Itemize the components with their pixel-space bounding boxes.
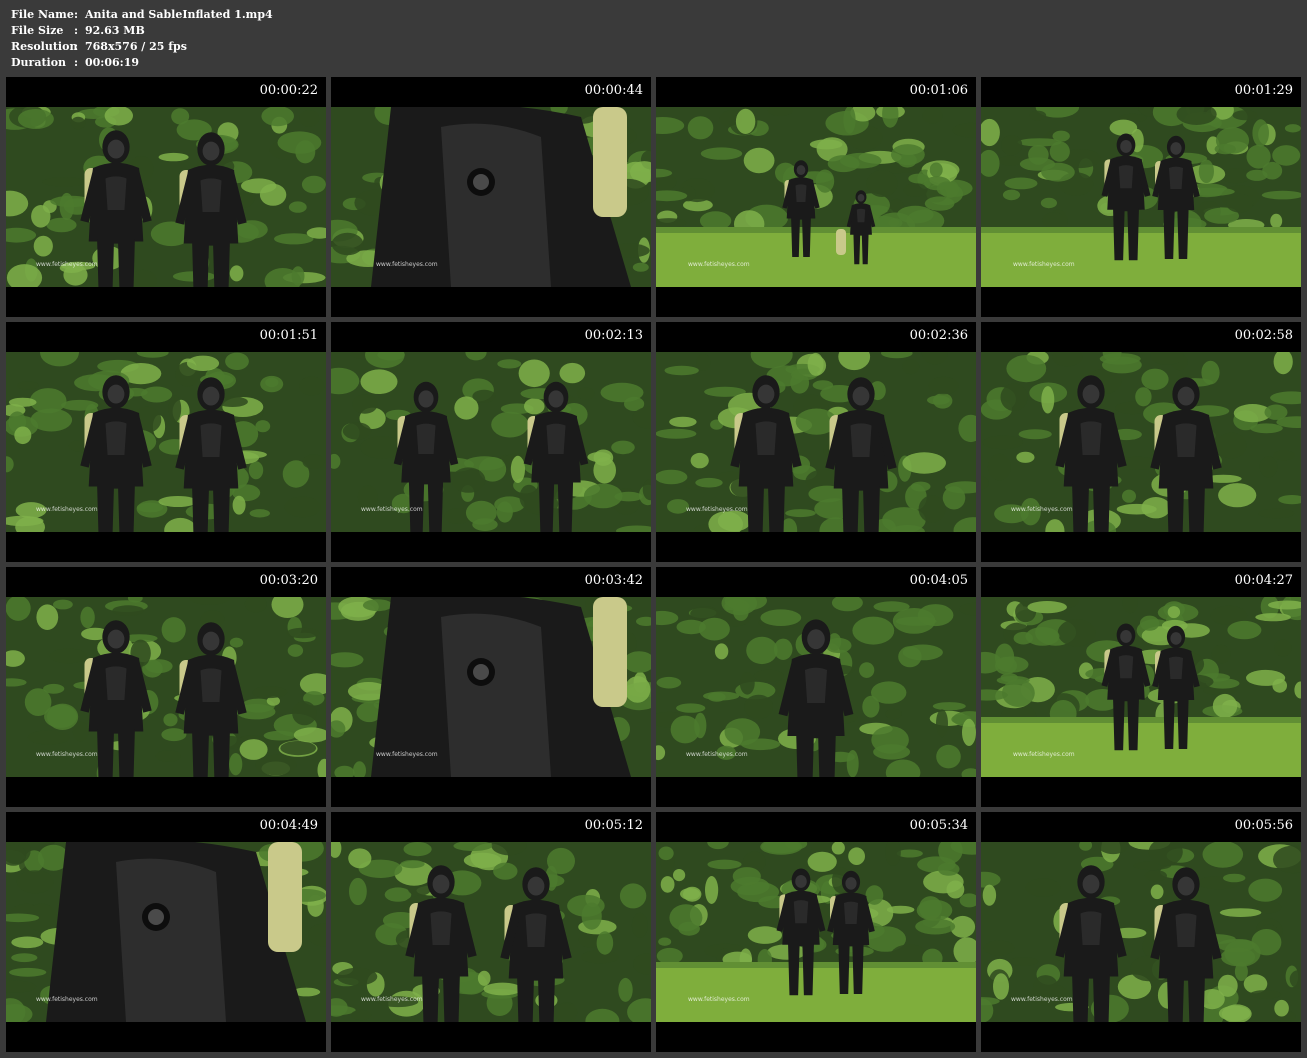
watermark-text: www.fetisheyes.com: [1011, 996, 1073, 1003]
file-size-sep: :: [74, 24, 79, 37]
video-frame: www.fetisheyes.com: [656, 107, 976, 287]
video-frame: www.fetisheyes.com: [981, 842, 1301, 1022]
video-frame: www.fetisheyes.com: [981, 107, 1301, 287]
file-size-value: 92.63 MB: [85, 24, 145, 37]
thumbnail-tile: 00:01:06 www.fetisheyes.com: [656, 77, 976, 317]
thumbnail-timestamp: 00:02:36: [909, 328, 968, 343]
thumbnail-timestamp: 00:02:13: [584, 328, 643, 343]
frame-image: [6, 597, 326, 777]
video-frame: www.fetisheyes.com: [6, 597, 326, 777]
thumbnail-timestamp: 00:04:27: [1234, 573, 1293, 588]
watermark-text: www.fetisheyes.com: [36, 996, 98, 1003]
video-frame: www.fetisheyes.com: [331, 107, 651, 287]
thumbnail-tile: 00:02:36 www.fetisheyes.com: [656, 322, 976, 562]
video-frame: www.fetisheyes.com: [981, 597, 1301, 777]
resolution-label: Resolution: [11, 40, 78, 53]
file-size-row: File Size : 92.63 MB: [11, 23, 273, 39]
frame-image: [656, 107, 976, 287]
frame-image: [6, 107, 326, 287]
thumbnail-tile: 00:04:49 www.fetisheyes.com: [6, 812, 326, 1052]
thumbnail-timestamp: 00:04:49: [259, 818, 318, 833]
thumbnail-tile: 00:01:51 www.fetisheyes.com: [6, 322, 326, 562]
resolution-value: 768x576 / 25 fps: [85, 40, 187, 53]
frame-image: [981, 842, 1301, 1022]
video-frame: www.fetisheyes.com: [6, 107, 326, 287]
thumbnail-timestamp: 00:00:22: [259, 83, 318, 98]
watermark-text: www.fetisheyes.com: [688, 996, 750, 1003]
duration-value: 00:06:19: [85, 56, 140, 69]
thumbnail-tile: 00:00:22 www.fetisheyes.com: [6, 77, 326, 317]
video-frame: www.fetisheyes.com: [6, 842, 326, 1022]
video-frame: www.fetisheyes.com: [331, 842, 651, 1022]
watermark-text: www.fetisheyes.com: [686, 506, 748, 513]
watermark-text: www.fetisheyes.com: [36, 751, 98, 758]
resolution-sep: :: [74, 40, 79, 53]
thumbnail-timestamp: 00:05:12: [584, 818, 643, 833]
video-frame: www.fetisheyes.com: [331, 597, 651, 777]
thumbnail-tile: 00:03:42 www.fetisheyes.com: [331, 567, 651, 807]
video-frame: www.fetisheyes.com: [331, 352, 651, 532]
duration-sep: :: [74, 56, 79, 69]
thumbnail-timestamp: 00:01:29: [1234, 83, 1293, 98]
video-frame: www.fetisheyes.com: [656, 597, 976, 777]
video-frame: www.fetisheyes.com: [656, 842, 976, 1022]
thumbnail-tile: 00:05:34 www.fetisheyes.com: [656, 812, 976, 1052]
video-frame: www.fetisheyes.com: [6, 352, 326, 532]
thumbnail-timestamp: 00:05:56: [1234, 818, 1293, 833]
watermark-text: www.fetisheyes.com: [688, 261, 750, 268]
thumbnail-timestamp: 00:01:06: [909, 83, 968, 98]
file-name-sep: :: [74, 8, 79, 21]
file-size-label: File Size: [11, 24, 64, 37]
watermark-text: www.fetisheyes.com: [1013, 261, 1075, 268]
video-frame: www.fetisheyes.com: [981, 352, 1301, 532]
thumbnail-tile: 00:04:05 www.fetisheyes.com: [656, 567, 976, 807]
file-name-label: File Name: [11, 8, 74, 21]
frame-image: [6, 842, 326, 1022]
frame-image: [6, 352, 326, 532]
thumbnail-timestamp: 00:03:20: [259, 573, 318, 588]
watermark-text: www.fetisheyes.com: [376, 261, 438, 268]
thumbnail-tile: 00:03:20 www.fetisheyes.com: [6, 567, 326, 807]
watermark-text: www.fetisheyes.com: [361, 506, 423, 513]
thumbnail-timestamp: 00:00:44: [584, 83, 643, 98]
thumbnail-timestamp: 00:04:05: [909, 573, 968, 588]
frame-image: [981, 597, 1301, 777]
frame-image: [656, 597, 976, 777]
thumbnail-tile: 00:00:44 www.fetisheyes.com: [331, 77, 651, 317]
frame-image: [331, 352, 651, 532]
frame-image: [981, 352, 1301, 532]
frame-image: [656, 842, 976, 1022]
file-name-value: Anita and SableInflated 1.mp4: [85, 8, 273, 21]
thumbnail-tile: 00:02:13 www.fetisheyes.com: [331, 322, 651, 562]
frame-image: [656, 352, 976, 532]
duration-label: Duration: [11, 56, 67, 69]
file-info-panel: File Name : Anita and SableInflated 1.mp…: [11, 7, 273, 71]
thumbnail-timestamp: 00:03:42: [584, 573, 643, 588]
watermark-text: www.fetisheyes.com: [686, 751, 748, 758]
thumbnail-timestamp: 00:02:58: [1234, 328, 1293, 343]
thumbnail-timestamp: 00:05:34: [909, 818, 968, 833]
thumbnail-grid: 00:00:22 www.fetisheyes.com 00:00:44 www.fe…: [6, 77, 1302, 1053]
frame-image: [331, 107, 651, 287]
video-frame: www.fetisheyes.com: [656, 352, 976, 532]
watermark-text: www.fetisheyes.com: [361, 996, 423, 1003]
watermark-text: www.fetisheyes.com: [1011, 506, 1073, 513]
frame-image: [331, 597, 651, 777]
watermark-text: www.fetisheyes.com: [36, 261, 98, 268]
watermark-text: www.fetisheyes.com: [376, 751, 438, 758]
thumbnail-tile: 00:05:12 www.fetisheyes.com: [331, 812, 651, 1052]
watermark-text: www.fetisheyes.com: [1013, 751, 1075, 758]
file-name-row: File Name : Anita and SableInflated 1.mp…: [11, 7, 273, 23]
thumbnail-timestamp: 00:01:51: [259, 328, 318, 343]
thumbnail-tile: 00:02:58 www.fetisheyes.com: [981, 322, 1301, 562]
thumbnail-tile: 00:01:29 www.fetisheyes.com: [981, 77, 1301, 317]
thumbnail-tile: 00:04:27 www.fetisheyes.com: [981, 567, 1301, 807]
thumbnail-tile: 00:05:56 www.fetisheyes.com: [981, 812, 1301, 1052]
contact-sheet: File Name : Anita and SableInflated 1.mp…: [0, 0, 1307, 1058]
frame-image: [331, 842, 651, 1022]
watermark-text: www.fetisheyes.com: [36, 506, 98, 513]
frame-image: [981, 107, 1301, 287]
duration-row: Duration : 00:06:19: [11, 55, 273, 71]
resolution-row: Resolution : 768x576 / 25 fps: [11, 39, 273, 55]
